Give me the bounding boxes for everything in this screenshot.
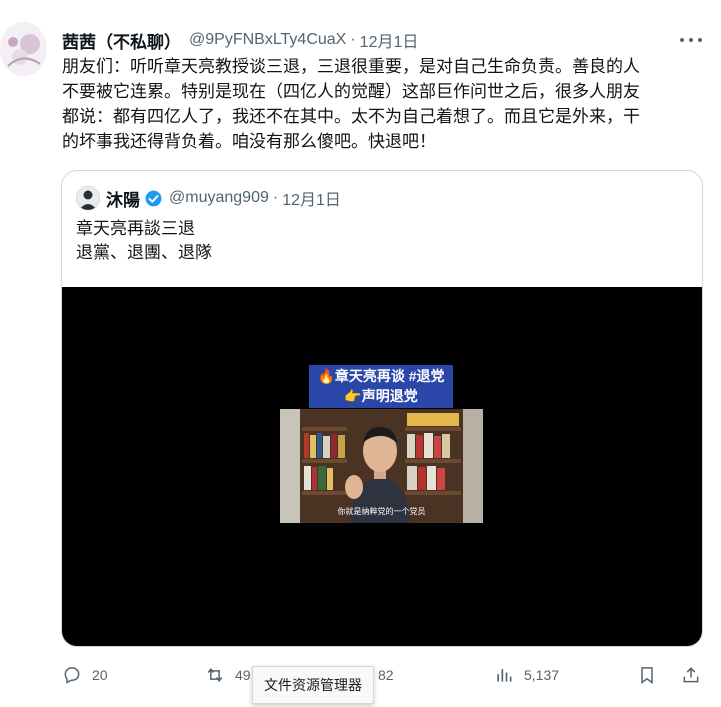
repost-button[interactable]: 49 [205,655,251,695]
share-icon [683,667,699,683]
tweet: 茜茜（不私聊） @9PyFNBxLTy4CuaX · 12月1日 朋友们：听听章… [0,0,721,707]
bookmark-button[interactable] [637,655,657,695]
quoted-post-date[interactable]: 12月1日 [282,186,341,210]
share-button[interactable] [681,655,701,695]
quoted-post[interactable]: 沐陽 @muyang909 · 12月1日 章天亮再談三退 退黨、退團、退隊 🔥… [61,170,703,647]
reply-button[interactable]: 20 [62,655,108,695]
post-text: 朋友们：听听章天亮教授谈三退，三退很重要，是对自己生命负责。善良的人 不要被它连… [62,57,640,151]
analytics-icon [497,669,512,682]
views-button[interactable]: 5,137 [494,655,559,695]
bookmark-icon [641,667,653,684]
view-count: 5,137 [524,667,560,683]
video-subtitle: 你就是纳粹党的一个党员 [337,507,426,516]
separator-dot: · [350,31,356,48]
post-header: 茜茜（不私聊） @9PyFNBxLTy4CuaX · 12月1日 [62,28,418,52]
video-player[interactable]: 🔥章天亮再谈 #退党 👉声明退党 你就是纳粹党的一个党员 [62,287,702,646]
quoted-author-name[interactable]: 沐陽 [106,186,140,211]
more-options-icon[interactable] [680,30,702,50]
quoted-separator-dot: · [272,189,279,206]
video-frame: 你就是纳粹党的一个党员 [280,409,483,523]
quoted-post-text: 章天亮再談三退 退黨、退團、退隊 [76,219,212,262]
author-name[interactable]: 茜茜（不私聊） [62,28,181,53]
quoted-author-handle[interactable]: @muyang909 [169,189,269,207]
author-handle[interactable]: @9PyFNBxLTy4CuaX [189,31,346,49]
quoted-post-header: 沐陽 @muyang909 · 12月1日 [76,185,341,211]
author-avatar[interactable] [0,22,47,76]
reply-icon [64,667,80,684]
video-label-line2: 👉声明退党 [344,388,418,404]
video-label-line1: 🔥章天亮再谈 #退党 [317,368,445,384]
video-title-label: 🔥章天亮再谈 #退党 👉声明退党 [309,365,453,408]
post-date[interactable]: 12月1日 [360,28,419,52]
verified-badge-icon [145,190,162,206]
repost-count: 49 [235,667,251,683]
quoted-author-avatar[interactable] [76,186,100,210]
like-count: 82 [378,667,394,683]
taskbar-tooltip: 文件资源管理器 [252,666,374,704]
reply-count: 20 [92,667,108,683]
repost-icon [207,667,223,683]
